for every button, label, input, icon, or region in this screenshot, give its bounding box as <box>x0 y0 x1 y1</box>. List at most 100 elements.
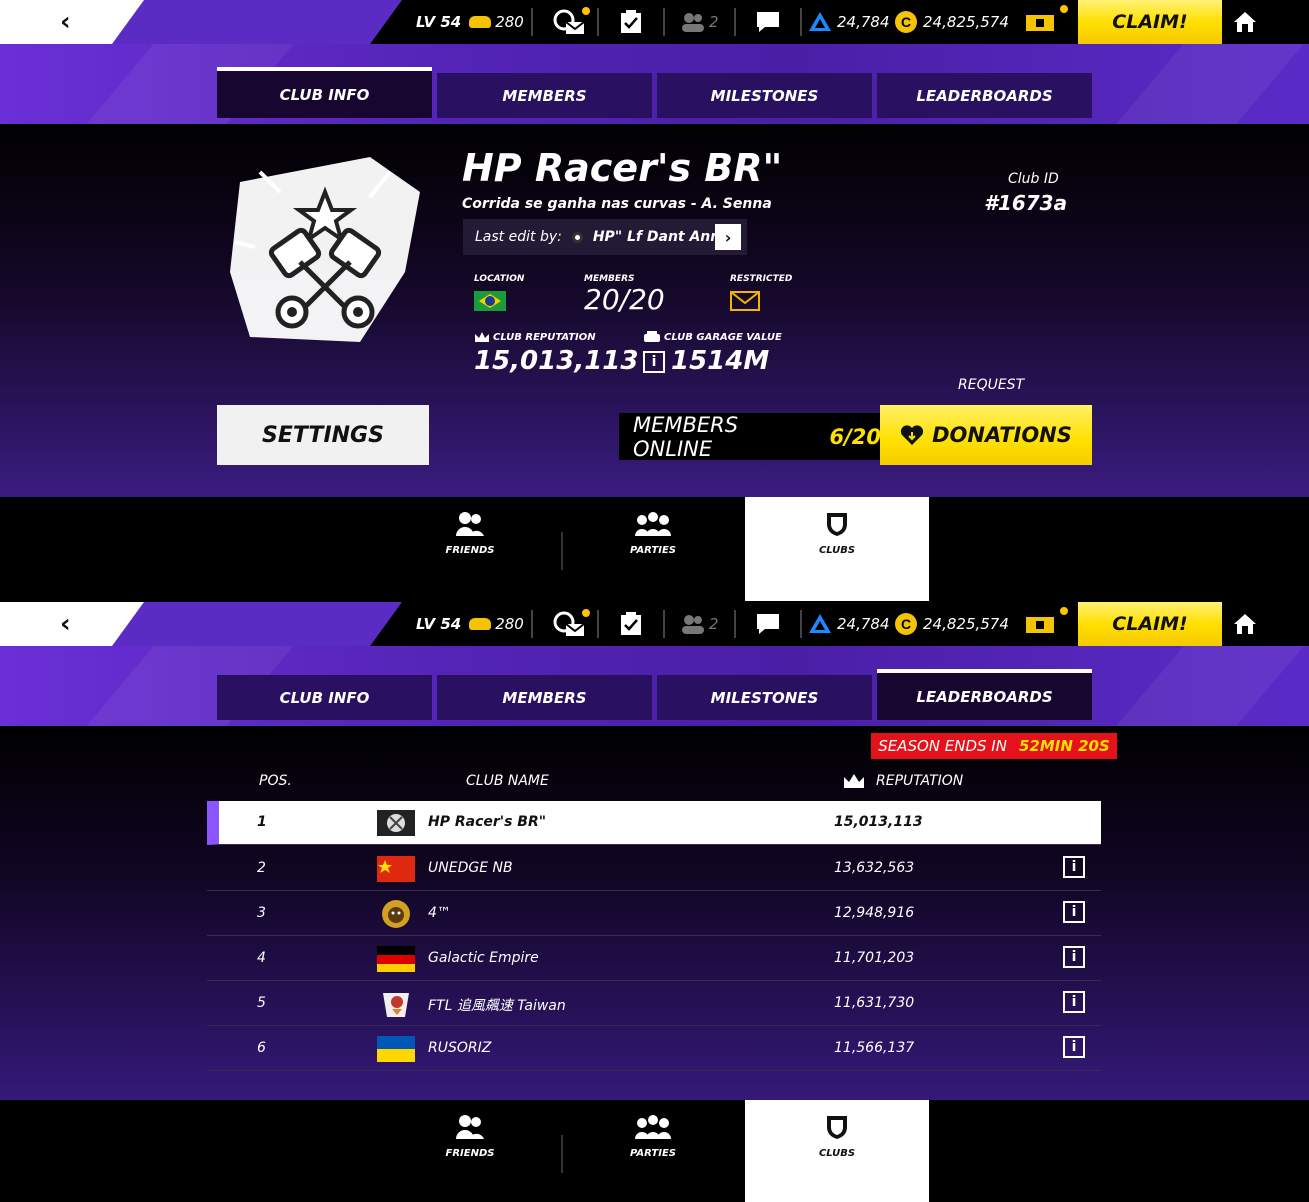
info-icon[interactable]: i <box>1063 946 1085 968</box>
nav-friends[interactable]: FRIENDS <box>378 1100 562 1202</box>
nav-clubs[interactable]: CLUBS <box>745 1100 929 1202</box>
shield-icon <box>827 513 847 536</box>
tab-members[interactable]: MEMBERS <box>437 73 652 118</box>
table-row[interactable]: 3 4™ 12,948,916 i <box>207 892 1101 936</box>
season-timer: SEASON ENDS IN 52MIN 20S <box>871 733 1117 759</box>
token-icon <box>809 12 831 31</box>
tab-club-info[interactable]: CLUB INFO <box>217 675 432 720</box>
row-pos: 4 <box>257 950 266 966</box>
info-icon[interactable]: i <box>1063 856 1085 878</box>
chevron-left-icon: ‹ <box>60 609 71 639</box>
user-badge-icon <box>571 231 583 243</box>
nav-parties[interactable]: PARTIES <box>561 497 745 601</box>
cars-count: 280 <box>495 13 524 31</box>
lion-emblem-icon <box>382 900 410 928</box>
tab-members[interactable]: MEMBERS <box>437 675 652 720</box>
tasks-button[interactable] <box>620 602 642 646</box>
nav-friends[interactable]: FRIENDS <box>378 497 562 601</box>
location-label: LOCATION <box>474 274 525 284</box>
chat-icon <box>757 12 779 32</box>
info-icon[interactable]: i <box>643 351 665 373</box>
row-pos: 1 <box>257 814 267 830</box>
nav-parties[interactable]: PARTIES <box>561 1100 745 1202</box>
mail-button[interactable] <box>552 602 586 646</box>
mail-button[interactable] <box>552 0 586 44</box>
chat-icon <box>757 614 779 634</box>
bottom-nav: FRIENDS PARTIES CLUBS <box>0 497 1309 601</box>
last-edit-user: HP" Lf Dant Ann <box>592 229 721 245</box>
parties-icon <box>635 512 671 536</box>
mail-icon <box>553 611 585 636</box>
members-online-label: MEMBERS ONLINE <box>633 412 739 461</box>
table-row[interactable]: 4 Galactic Empire 11,701,203 i <box>207 937 1101 981</box>
nav-clubs[interactable]: CLUBS <box>745 497 929 601</box>
mail-icon <box>553 9 585 34</box>
club-motto: Corrida se ganha nas curvas - A. Senna <box>462 196 772 212</box>
credits-value: 24,825,574 <box>923 615 1009 633</box>
table-row[interactable]: 6 RUSORIZ 11,566,137 i <box>207 1027 1101 1071</box>
members-value: 20/20 <box>584 283 665 316</box>
chevron-left-icon: ‹ <box>60 7 71 37</box>
donations-button[interactable]: DONATIONS <box>880 405 1092 465</box>
row-reputation: 11,566,137 <box>834 1040 915 1056</box>
table-row[interactable]: 2 UNEDGE NB 13,632,563 i <box>207 847 1101 891</box>
col-name-header: CLUB NAME <box>466 773 549 789</box>
bottom-nav: FRIENDS PARTIES CLUBS <box>0 1100 1309 1202</box>
row-club-name: HP Racer's BR" <box>428 814 547 830</box>
nav-clubs-label: CLUBS <box>818 545 856 556</box>
info-icon[interactable]: i <box>1063 991 1085 1013</box>
tasks-button[interactable] <box>620 0 642 44</box>
tab-milestones[interactable]: MILESTONES <box>657 675 872 720</box>
level-display: LV 54 280 <box>416 0 524 44</box>
chat-button[interactable] <box>756 0 780 44</box>
tab-milestones[interactable]: MILESTONES <box>657 73 872 118</box>
col-pos-header: POS. <box>259 773 292 789</box>
club-name: HP Racer's BR" <box>462 146 783 190</box>
table-row[interactable]: 1 HP Racer's BR" 15,013,113 <box>207 801 1101 845</box>
info-icon[interactable]: i <box>1063 1036 1085 1058</box>
tab-leaderboards[interactable]: LEADERBOARDS <box>877 669 1092 720</box>
tab-leaderboards[interactable]: LEADERBOARDS <box>877 73 1092 118</box>
ukraine-flag-icon <box>377 1036 415 1062</box>
info-icon[interactable]: i <box>1063 901 1085 923</box>
envelope-icon <box>730 291 760 311</box>
members-online: MEMBERS ONLINE 6/20 <box>619 412 881 461</box>
car-icon <box>469 618 492 630</box>
tab-club-info[interactable]: CLUB INFO <box>217 67 432 118</box>
club-emblem <box>230 157 420 342</box>
row-reputation: 11,631,730 <box>834 995 915 1011</box>
chevron-right-icon[interactable]: › <box>715 224 741 250</box>
tokens-display: 24,784 <box>808 0 890 44</box>
svg-text:C: C <box>901 616 911 632</box>
home-icon[interactable] <box>1234 613 1256 635</box>
people-icon <box>682 13 704 32</box>
club-info-screen: ‹ LV 54 280 2 24,784 C 24,825,574 CLAIM!… <box>0 0 1309 601</box>
last-edit-label: Last edit by: <box>475 229 562 245</box>
last-edit-bar[interactable]: Last edit by: HP" Lf Dant Ann › <box>463 219 747 255</box>
friends-online-button[interactable]: 2 <box>681 0 719 44</box>
settings-button[interactable]: SETTINGS <box>217 405 429 465</box>
claim-button[interactable]: CLAIM! <box>1078 0 1222 44</box>
garage-label: CLUB GARAGE VALUE <box>664 332 782 343</box>
rewards-button[interactable] <box>1025 0 1055 44</box>
friends-online-button[interactable]: 2 <box>681 602 719 646</box>
row-club-name: FTL 追風飆速 Taiwan <box>428 998 566 1014</box>
table-row[interactable]: 5 FTL 追風飆速 Taiwan 11,631,730 i <box>207 982 1101 1026</box>
home-icon[interactable] <box>1234 11 1256 33</box>
friends-count: 2 <box>709 13 719 31</box>
rewards-button[interactable] <box>1025 602 1055 646</box>
row-reputation: 15,013,113 <box>834 814 923 830</box>
heart-icon <box>900 425 924 445</box>
row-club-name: RUSORIZ <box>428 1040 492 1056</box>
crown-icon <box>844 774 864 788</box>
row-club-name: Galactic Empire <box>428 950 539 966</box>
topbar-wedge <box>112 602 402 646</box>
chat-button[interactable] <box>756 602 780 646</box>
level-display: LV 54 280 <box>416 602 524 646</box>
claim-button[interactable]: CLAIM! <box>1078 602 1222 646</box>
season-label: SEASON ENDS IN <box>878 737 1007 755</box>
level-label: LV 54 <box>416 13 462 31</box>
club-tabs: CLUB INFO MEMBERS MILESTONES LEADERBOARD… <box>217 67 1092 118</box>
season-time: 52MIN 20S <box>1018 737 1110 755</box>
reputation-value: 15,013,113 <box>474 346 639 376</box>
